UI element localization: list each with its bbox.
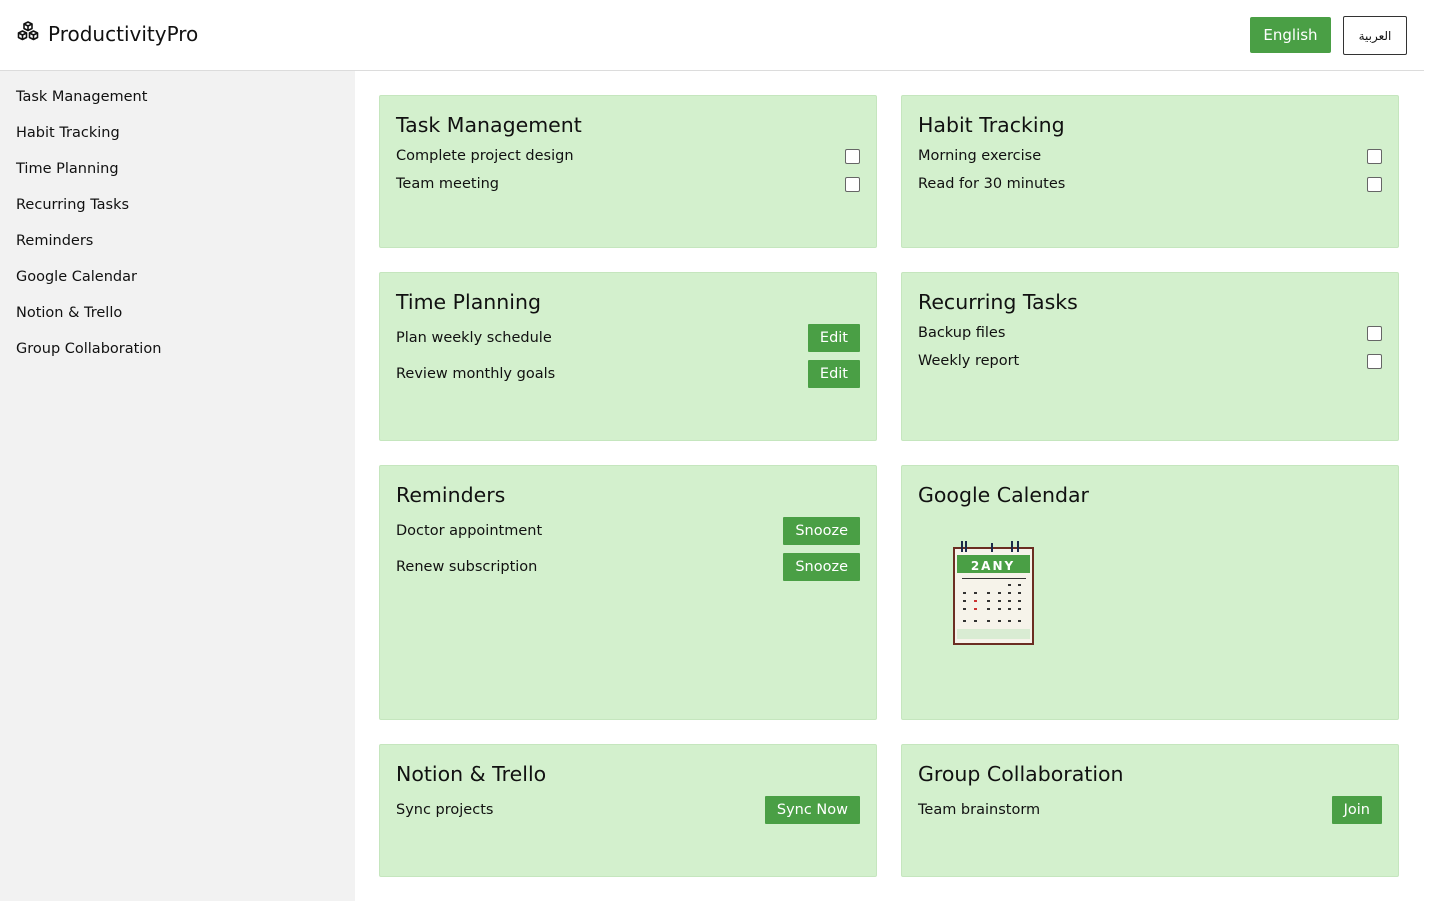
habit-checkbox[interactable] bbox=[1367, 148, 1382, 164]
arabic-button[interactable]: العربية bbox=[1343, 16, 1407, 55]
sidebar-item-reminders[interactable]: Reminders bbox=[0, 231, 355, 267]
item-label: Read for 30 minutes bbox=[918, 176, 1066, 192]
habit-checkbox[interactable] bbox=[1367, 176, 1382, 192]
card-title: Task Management bbox=[396, 113, 582, 137]
list-item: Read for 30 minutes bbox=[918, 176, 1382, 192]
sidebar-item-time-planning[interactable]: Time Planning bbox=[0, 159, 355, 195]
card-reminders: Reminders Doctor appointment Snooze Rene… bbox=[379, 465, 877, 720]
item-label: Team brainstorm bbox=[918, 802, 1041, 818]
item-label: Team meeting bbox=[396, 176, 500, 192]
task-checkbox[interactable] bbox=[845, 148, 860, 164]
card-title: Recurring Tasks bbox=[918, 290, 1078, 314]
card-group-collaboration: Group Collaboration Team brainstorm Join bbox=[901, 744, 1399, 877]
item-label: Backup files bbox=[918, 325, 1006, 341]
task-checkbox[interactable] bbox=[845, 176, 860, 192]
brand[interactable]: ProductivityPro bbox=[16, 20, 198, 48]
list-item: Plan weekly schedule Edit bbox=[396, 324, 860, 352]
list-item: Review monthly goals Edit bbox=[396, 360, 860, 388]
snooze-button[interactable]: Snooze bbox=[783, 517, 860, 545]
item-label: Renew subscription bbox=[396, 559, 538, 575]
sidebar-item-habit-tracking[interactable]: Habit Tracking bbox=[0, 123, 355, 159]
sync-now-button[interactable]: Sync Now bbox=[764, 796, 860, 824]
sidebar-item-notion-trello[interactable]: Notion & Trello bbox=[0, 303, 355, 339]
edit-button[interactable]: Edit bbox=[807, 324, 860, 352]
join-button[interactable]: Join bbox=[1331, 796, 1382, 824]
card-recurring-tasks: Recurring Tasks Backup files Weekly repo… bbox=[901, 272, 1399, 441]
card-title: Time Planning bbox=[396, 290, 541, 314]
item-label: Morning exercise bbox=[918, 148, 1042, 164]
sidebar: Task Management Habit Tracking Time Plan… bbox=[0, 71, 355, 901]
list-item: Renew subscription Snooze bbox=[396, 553, 860, 581]
sidebar-item-google-calendar[interactable]: Google Calendar bbox=[0, 267, 355, 303]
sidebar-item-group-collaboration[interactable]: Group Collaboration bbox=[0, 339, 355, 375]
item-label: Review monthly goals bbox=[396, 366, 556, 382]
cubes-icon bbox=[16, 20, 40, 48]
item-label: Weekly report bbox=[918, 353, 1020, 369]
list-item: Weekly report bbox=[918, 353, 1382, 369]
card-title: Reminders bbox=[396, 483, 506, 507]
card-title: Notion & Trello bbox=[396, 762, 547, 786]
list-item: Team meeting bbox=[396, 176, 860, 192]
top-bar: ProductivityPro English العربية bbox=[0, 0, 1424, 71]
edit-button[interactable]: Edit bbox=[807, 360, 860, 388]
item-label: Complete project design bbox=[396, 148, 574, 164]
list-item: Complete project design bbox=[396, 148, 860, 164]
snooze-button[interactable]: Snooze bbox=[783, 553, 860, 581]
brand-name: ProductivityPro bbox=[48, 22, 199, 46]
list-item: Team brainstorm Join bbox=[918, 796, 1382, 824]
list-item: Sync projects Sync Now bbox=[396, 796, 860, 824]
item-label: Doctor appointment bbox=[396, 523, 543, 539]
list-item: Doctor appointment Snooze bbox=[396, 517, 860, 545]
card-title: Habit Tracking bbox=[918, 113, 1065, 137]
calendar-image: 2ANY bbox=[952, 538, 1036, 650]
calendar-header-text: 2ANY bbox=[971, 559, 1015, 573]
card-title: Google Calendar bbox=[918, 483, 1089, 507]
item-label: Sync projects bbox=[396, 802, 494, 818]
recurring-checkbox[interactable] bbox=[1367, 325, 1382, 341]
card-task-management: Task Management Complete project design … bbox=[379, 95, 877, 248]
card-time-planning: Time Planning Plan weekly schedule Edit … bbox=[379, 272, 877, 441]
list-item: Morning exercise bbox=[918, 148, 1382, 164]
list-item: Backup files bbox=[918, 325, 1382, 341]
recurring-checkbox[interactable] bbox=[1367, 353, 1382, 369]
card-notion-trello: Notion & Trello Sync projects Sync Now bbox=[379, 744, 877, 877]
card-habit-tracking: Habit Tracking Morning exercise Read for… bbox=[901, 95, 1399, 248]
item-label: Plan weekly schedule bbox=[396, 330, 552, 346]
english-button[interactable]: English bbox=[1250, 17, 1331, 53]
card-title: Group Collaboration bbox=[918, 762, 1124, 786]
card-google-calendar: Google Calendar 2ANY bbox=[901, 465, 1399, 720]
sidebar-item-task-management[interactable]: Task Management bbox=[0, 87, 355, 123]
sidebar-item-recurring-tasks[interactable]: Recurring Tasks bbox=[0, 195, 355, 231]
